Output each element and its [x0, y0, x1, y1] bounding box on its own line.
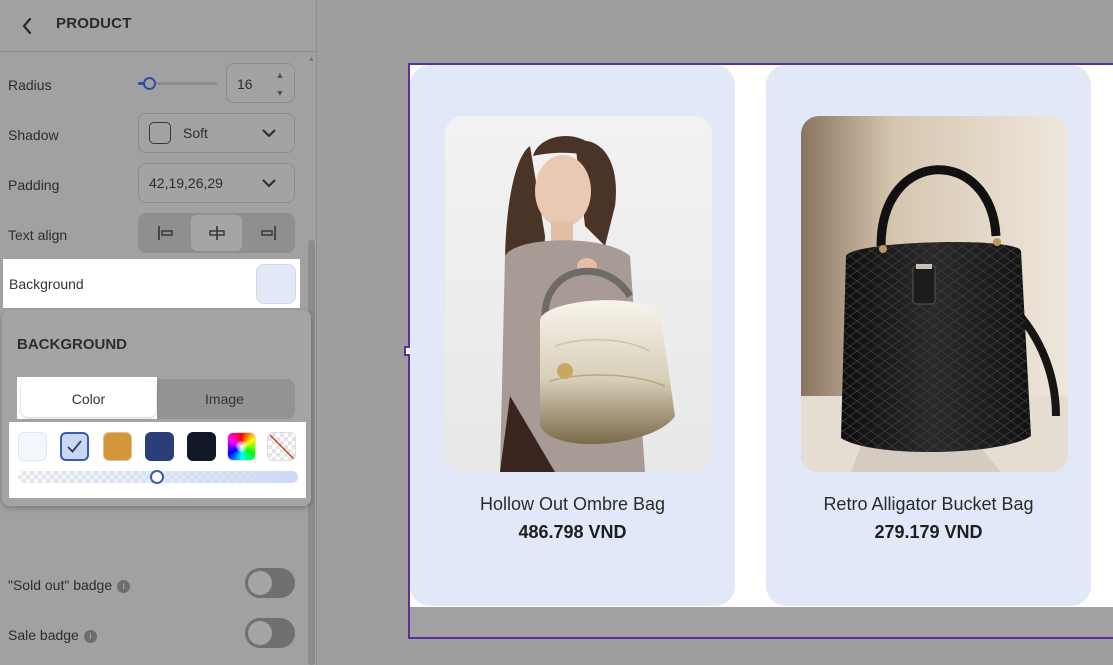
product-name[interactable]: Retro Alligator Bucket Bag: [766, 494, 1091, 515]
checkmark-icon: [67, 440, 82, 453]
shadow-select[interactable]: Soft: [138, 113, 295, 153]
swatch-navy[interactable]: [145, 432, 174, 461]
product-card[interactable]: Retro Alligator Bucket Bag 279.179 VND: [766, 65, 1091, 606]
no-color-icon[interactable]: [267, 432, 296, 461]
text-align-group: [138, 213, 295, 253]
swatch-orange[interactable]: [103, 432, 132, 461]
text-align-label: Text align: [8, 227, 68, 243]
toggle-knob: [248, 621, 272, 645]
tab-image[interactable]: Image: [157, 381, 292, 417]
shadow-label: Shadow: [8, 127, 59, 143]
back-button[interactable]: [12, 11, 42, 41]
scroll-up-icon[interactable]: ▲: [308, 56, 315, 64]
radius-stepper[interactable]: 16 ▲ ▼: [226, 63, 295, 103]
swatch-light-blue[interactable]: [18, 432, 47, 461]
sale-badge-toggle[interactable]: [245, 618, 295, 648]
sidebar-header: PRODUCT: [0, 0, 316, 52]
stepper-up-icon[interactable]: ▲: [274, 70, 286, 80]
product-image[interactable]: [445, 116, 712, 472]
swatch-selected-blue[interactable]: [60, 432, 89, 461]
product-price: 486.798 VND: [518, 522, 627, 542]
tab-color[interactable]: Color: [21, 381, 156, 417]
toggle-knob: [248, 571, 272, 595]
chevron-down-icon: [262, 125, 278, 141]
align-left-icon: [157, 226, 173, 240]
chevron-down-icon: [262, 175, 278, 191]
align-center-icon: [208, 226, 225, 240]
info-icon[interactable]: i: [83, 629, 97, 643]
radius-label: Radius: [8, 77, 52, 93]
swatch-black[interactable]: [187, 432, 216, 461]
product-image[interactable]: [801, 116, 1068, 472]
radius-value[interactable]: 16: [237, 76, 253, 92]
custom-color-icon[interactable]: [227, 432, 256, 461]
chevron-left-icon: [22, 17, 32, 35]
page-title: PRODUCT: [56, 15, 132, 32]
sold-out-badge-toggle[interactable]: [245, 568, 295, 598]
sale-badge-label: Sale badge i: [8, 627, 97, 643]
background-popover: BACKGROUND Color Image: [2, 310, 311, 506]
stepper-down-icon[interactable]: ▼: [274, 88, 286, 98]
background-label: Background: [9, 276, 84, 292]
sold-out-badge-label: "Sold out" badge i: [8, 577, 131, 593]
align-right-icon: [260, 226, 276, 240]
shadow-preview-icon: [149, 122, 171, 144]
sale-badge-text: Sale badge: [8, 627, 79, 643]
background-setting-row[interactable]: Background: [3, 259, 300, 308]
shadow-value: Soft: [183, 125, 208, 141]
align-center-button[interactable]: [191, 215, 242, 251]
padding-value: 42,19,26,29: [149, 175, 223, 191]
align-left-button[interactable]: [140, 215, 191, 251]
background-color-swatch[interactable]: [256, 264, 296, 304]
popover-title: BACKGROUND: [17, 336, 127, 353]
product-card[interactable]: Hollow Out Ombre Bag 486.798 VND: [410, 65, 735, 606]
info-icon[interactable]: i: [117, 579, 131, 593]
swatch-panel: [9, 422, 306, 498]
padding-label: Padding: [8, 177, 60, 193]
padding-select[interactable]: 42,19,26,29: [138, 163, 295, 203]
radius-slider-handle[interactable]: [143, 77, 156, 90]
align-right-button[interactable]: [242, 215, 293, 251]
product-name[interactable]: Hollow Out Ombre Bag: [410, 494, 735, 515]
opacity-slider-handle[interactable]: [150, 470, 164, 484]
sold-out-badge-text: "Sold out" badge: [8, 577, 113, 593]
product-price: 279.179 VND: [874, 522, 983, 542]
